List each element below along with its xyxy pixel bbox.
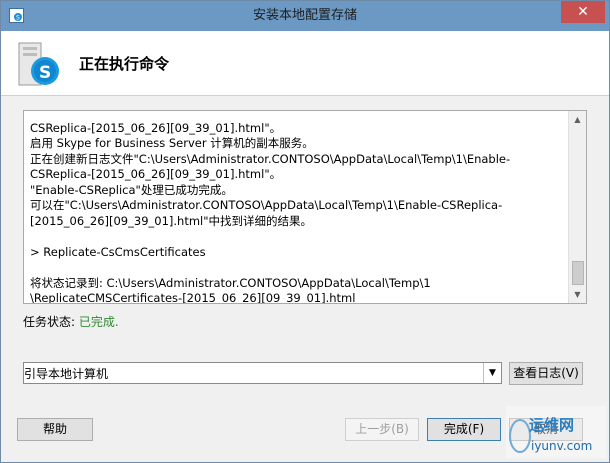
- window-title: 安装本地配置存储: [252, 8, 357, 23]
- log-line: "Enable-CSReplica"处理已成功完成。: [30, 182, 233, 197]
- log-line: CSReplica-[2015_06_26][09_39_01].html"。: [30, 167, 282, 181]
- log-line: 启用 Skype for Business Server 计算机的副本服务。: [30, 136, 314, 150]
- log-line: > Replicate-CsCmsCertificates: [30, 244, 206, 259]
- title-bar[interactable]: S 安装本地配置存储 ✕: [1, 1, 609, 31]
- svg-text:S: S: [39, 63, 51, 83]
- log-line: 正在创建新日志文件"C:\Users\Administrator.CONTOSO…: [30, 151, 511, 166]
- watermark-site: iyunv.com: [531, 439, 593, 453]
- scroll-down-icon[interactable]: ▼: [569, 286, 586, 303]
- log-line: \ReplicateCMSCertificates-[2015_06_26][0…: [30, 291, 356, 304]
- view-log-button[interactable]: 查看日志(V): [509, 362, 583, 385]
- log-text: CSReplica-[2015_06_26][09_39_01].html"。启…: [30, 111, 566, 304]
- back-button[interactable]: 上一步(B): [345, 418, 419, 441]
- log-line: 可以在"C:\Users\Administrator.CONTOSO\AppDa…: [30, 198, 503, 212]
- log-line: CSReplica-[2015_06_26][09_39_01].html"。: [30, 120, 282, 135]
- wizard-header: S 正在执行命令: [1, 31, 609, 96]
- close-button[interactable]: ✕: [561, 1, 605, 23]
- help-button[interactable]: 帮助: [17, 418, 93, 441]
- page-title: 正在执行命令: [79, 55, 170, 73]
- dropdown-selected-value: 引导本地计算机: [24, 367, 109, 381]
- status-value: 已完成.: [78, 315, 119, 329]
- close-icon: ✕: [577, 4, 589, 20]
- command-log[interactable]: CSReplica-[2015_06_26][09_39_01].html"。启…: [23, 110, 587, 304]
- finish-button[interactable]: 完成(F): [427, 418, 501, 441]
- scroll-thumb[interactable]: [572, 261, 584, 285]
- installer-window: S 安装本地配置存储 ✕ S 正在执行命令 CSReplica-[2015_06…: [0, 0, 610, 463]
- log-line: [2015_06_26][09_39_01].html"中找到详细的结果。: [30, 213, 313, 228]
- task-status: 任务状态: 已完成.: [23, 313, 119, 330]
- log-line: 将状态记录到: C:\Users\Administrator.CONTOSO\A…: [30, 275, 431, 290]
- skype-server-icon: S: [18, 42, 59, 86]
- log-scrollbar[interactable]: ▲ ▼: [568, 111, 586, 303]
- watermark-brand: 运维网: [529, 416, 575, 434]
- chevron-down-icon[interactable]: ▼: [483, 363, 501, 383]
- scroll-up-icon[interactable]: ▲: [569, 111, 586, 128]
- status-label: 任务状态:: [23, 315, 76, 329]
- next-step-dropdown[interactable]: 引导本地计算机 ▼: [23, 362, 502, 384]
